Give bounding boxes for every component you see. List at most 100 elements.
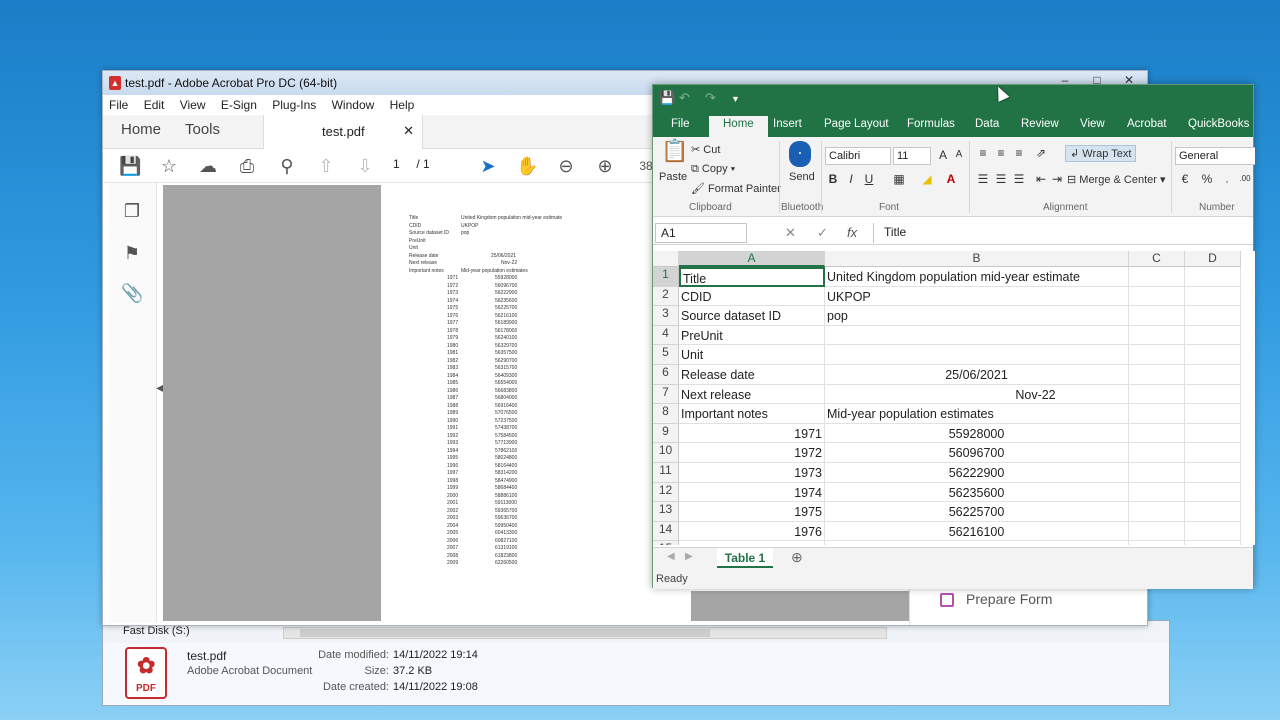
tab-document[interactable]: test.pdf ✕ (263, 115, 423, 149)
cell-c[interactable] (1129, 423, 1185, 444)
bold-icon[interactable]: B (825, 171, 841, 187)
tab-formulas[interactable]: Formulas (907, 118, 955, 130)
row-header[interactable]: 13 (653, 502, 679, 522)
prepare-form-tool[interactable]: Prepare Form (966, 591, 1052, 607)
row-header[interactable]: 15 (653, 541, 679, 545)
cell-c[interactable] (1129, 541, 1185, 545)
tab-view[interactable]: View (1080, 118, 1105, 130)
tab-data[interactable]: Data (975, 118, 999, 130)
cell-b[interactable]: 56096700 (825, 443, 1129, 463)
percent-style-button[interactable]: % (1199, 171, 1215, 187)
menu-esign[interactable]: E-Sign (215, 95, 263, 112)
cell-d[interactable] (1185, 443, 1241, 463)
cell-c[interactable] (1129, 384, 1185, 405)
cell-a[interactable]: 1971 (679, 423, 825, 444)
cell-c[interactable] (1129, 286, 1185, 307)
cell-a[interactable]: Unit (679, 345, 825, 365)
row-header[interactable]: 3 (653, 306, 679, 326)
row-header[interactable]: 10 (653, 443, 679, 463)
save-icon[interactable]: 💾 (119, 155, 141, 177)
fill-color-icon[interactable]: ◢ (919, 171, 935, 187)
cell-c[interactable] (1129, 404, 1185, 424)
tab-file[interactable]: File (671, 118, 690, 130)
align-right-icon[interactable]: ☰ (1011, 171, 1027, 187)
cell-b[interactable]: 56225700 (825, 502, 1129, 522)
horizontal-scrollbar[interactable] (283, 627, 887, 639)
select-cursor-icon[interactable]: ➤ (477, 155, 499, 177)
cell-b[interactable]: Mid-year population estimates (825, 404, 1129, 424)
save-icon[interactable]: 💾 (659, 90, 675, 106)
scrollbar-thumb[interactable] (300, 629, 710, 637)
menu-file[interactable]: File (103, 95, 134, 112)
row-header[interactable]: 6 (653, 365, 679, 385)
cell-b[interactable]: 56222900 (825, 463, 1129, 483)
row-header[interactable]: 8 (653, 404, 679, 424)
cell-d[interactable] (1185, 267, 1241, 287)
attachments-icon[interactable]: 📎 (121, 283, 143, 305)
cell-a[interactable]: 1972 (679, 443, 825, 463)
tab-insert[interactable]: Insert (773, 118, 802, 130)
cell-d[interactable] (1185, 306, 1241, 326)
cell-b[interactable]: pop (825, 306, 1129, 326)
number-format-select[interactable]: General (1175, 147, 1255, 165)
cell-c[interactable] (1129, 502, 1185, 522)
row-header[interactable]: 7 (653, 384, 679, 405)
paste-icon[interactable]: 📋 (661, 140, 688, 169)
scroll-sheets-left-icon[interactable]: ◀ (667, 551, 675, 562)
align-left-icon[interactable]: ☰ (975, 171, 991, 187)
cell-c[interactable] (1129, 306, 1185, 326)
name-box[interactable]: A1 (655, 223, 747, 243)
search-icon[interactable]: ⚲ (276, 155, 298, 177)
cell-a[interactable]: 1973 (679, 463, 825, 483)
italic-icon[interactable]: I (843, 171, 859, 187)
cell-c[interactable] (1129, 267, 1185, 287)
tab-home[interactable]: Home (121, 121, 161, 138)
cell-d[interactable] (1185, 541, 1241, 545)
cell-a[interactable]: CDID (679, 286, 825, 307)
enter-icon[interactable]: ✓ (817, 225, 828, 241)
cell-b[interactable] (825, 345, 1129, 365)
row-header[interactable]: 5 (653, 345, 679, 365)
zoom-out-icon[interactable]: ⊖ (555, 155, 577, 177)
align-center-icon[interactable]: ☰ (993, 171, 1009, 187)
row-header[interactable]: 1 (653, 267, 679, 287)
cell-a[interactable]: Title (679, 267, 825, 287)
cell-c[interactable] (1129, 482, 1185, 503)
select-all-corner[interactable] (653, 251, 679, 267)
tab-page-layout[interactable]: Page Layout (824, 118, 889, 130)
cell-c[interactable] (1129, 345, 1185, 365)
menu-help[interactable]: Help (384, 95, 421, 112)
orientation-icon[interactable]: ⇗ (1033, 145, 1049, 161)
cell-c[interactable] (1129, 443, 1185, 463)
menu-window[interactable]: Window (326, 95, 381, 112)
cell-b[interactable]: United Kingdom population mid-year estim… (825, 267, 1129, 287)
sheet-tab-table1[interactable]: Table 1 (717, 548, 773, 568)
insert-function-icon[interactable]: fx (847, 225, 857, 240)
cell-d[interactable] (1185, 502, 1241, 522)
row-header[interactable]: 14 (653, 521, 679, 542)
cut-button[interactable]: ✂ Cut (691, 143, 720, 156)
borders-icon[interactable]: ▦ (891, 171, 907, 187)
row-header[interactable]: 9 (653, 423, 679, 444)
increase-indent-icon[interactable]: ⇥ (1049, 171, 1065, 187)
cell-d[interactable] (1185, 482, 1241, 503)
merge-center-button[interactable]: ⊟ Merge & Center ▾ (1067, 173, 1166, 186)
undo-icon[interactable]: ↶ (679, 90, 690, 106)
cell-a[interactable]: Release date (679, 365, 825, 385)
font-name-select[interactable]: Calibri (825, 147, 891, 165)
cell-a[interactable]: 1975 (679, 502, 825, 522)
print-icon[interactable]: ⎙ (236, 155, 258, 177)
cell-a[interactable]: Important notes (679, 404, 825, 424)
decrease-indent-icon[interactable]: ⇤ (1033, 171, 1049, 187)
column-header-c[interactable]: C (1129, 251, 1185, 267)
format-painter-button[interactable]: 🖌 Format Painter (691, 182, 781, 195)
cell-d[interactable] (1185, 286, 1241, 307)
bookmarks-icon[interactable]: ⚑ (121, 243, 143, 265)
accounting-format-icon[interactable]: € (1177, 171, 1193, 187)
page-down-icon[interactable]: ⇩ (354, 155, 376, 177)
formula-input[interactable]: Title (873, 223, 1255, 243)
cell-c[interactable] (1129, 365, 1185, 385)
cell-a[interactable]: 1974 (679, 482, 825, 503)
page-thumbnails-icon[interactable]: ❐ (121, 201, 143, 223)
cell-d[interactable] (1185, 423, 1241, 444)
